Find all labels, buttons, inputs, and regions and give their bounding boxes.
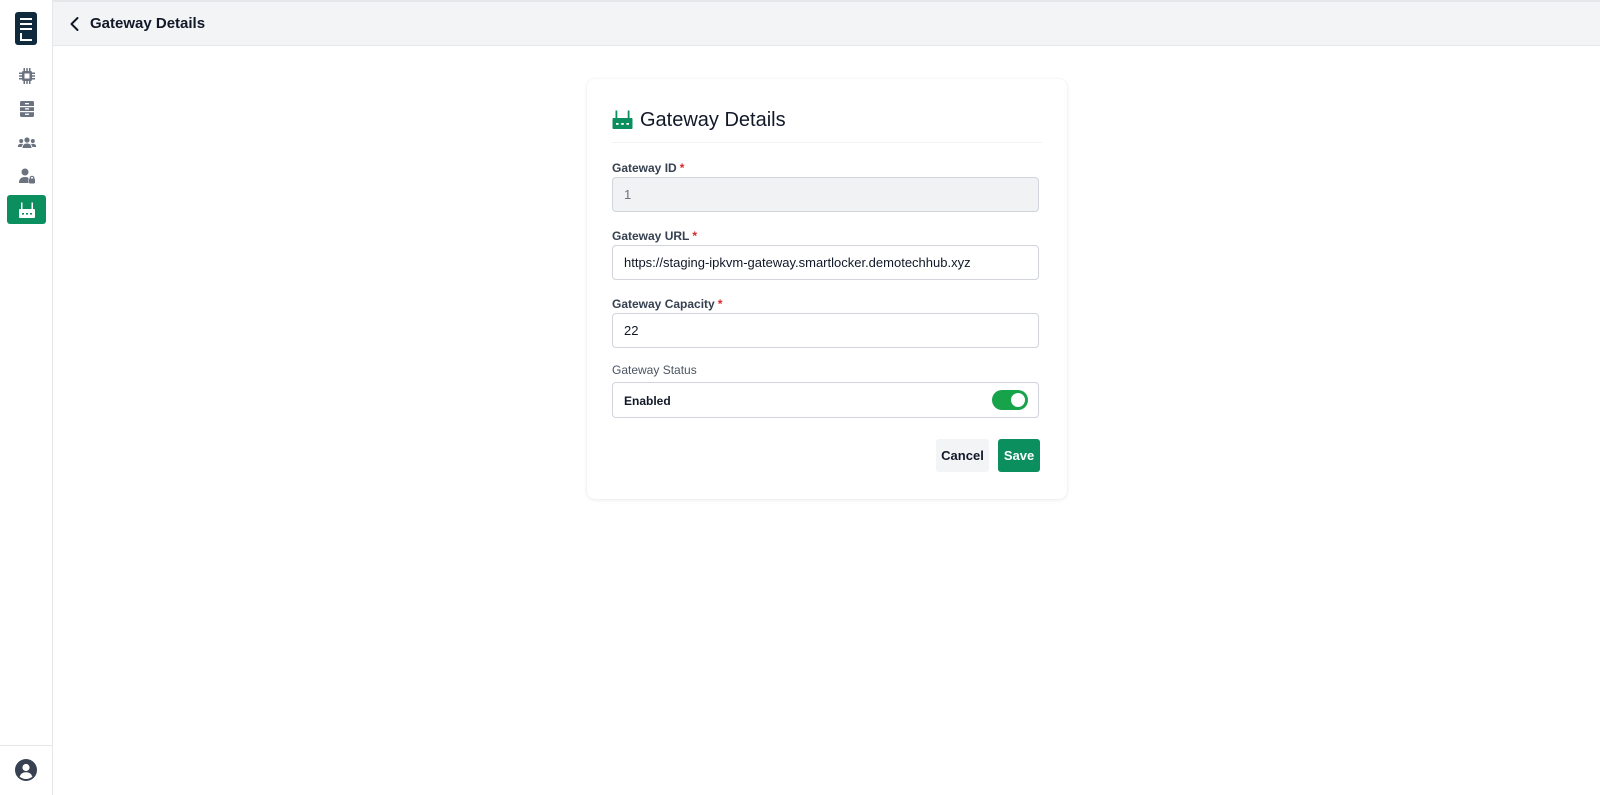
chevron-left-icon [70, 17, 79, 31]
top-bar: Gateway Details [53, 0, 1600, 46]
router-icon [18, 202, 35, 218]
gateway-details-card: Gateway Details Gateway ID* Gateway URL*… [587, 79, 1067, 499]
user-circle-icon [15, 759, 37, 781]
sidebar-item-lockers[interactable] [7, 94, 46, 123]
toggle-knob [1011, 393, 1025, 407]
gateway-id-label: Gateway ID * [612, 161, 684, 175]
sidebar-item-users[interactable] [7, 128, 46, 157]
sidebar-item-admins[interactable] [7, 161, 46, 190]
gateway-url-label: Gateway URL * [612, 229, 697, 243]
sidebar-item-devices[interactable] [7, 61, 46, 90]
card-title: Gateway Details [640, 109, 786, 131]
card-header: Gateway Details [612, 103, 1042, 143]
required-mark: * [717, 297, 723, 311]
router-icon [612, 110, 633, 129]
sidebar-item-gateways[interactable] [7, 195, 46, 224]
server-icon [19, 100, 34, 117]
save-button[interactable]: Save [998, 439, 1040, 472]
profile-button[interactable] [15, 759, 37, 781]
users-icon [17, 136, 36, 148]
sidebar [0, 0, 53, 795]
sidebar-footer [0, 745, 53, 795]
gateway-capacity-input[interactable] [612, 313, 1039, 348]
user-lock-icon [18, 168, 35, 183]
gateway-status-value: Enabled [624, 394, 671, 408]
required-mark: * [692, 229, 698, 243]
gateway-url-input[interactable] [612, 245, 1039, 280]
page-title: Gateway Details [90, 15, 206, 32]
gateway-url-label-text: Gateway URL [612, 229, 690, 243]
app-logo[interactable] [15, 12, 37, 45]
gateway-capacity-label: Gateway Capacity * [612, 297, 722, 311]
gateway-status-label: Gateway Status [612, 363, 697, 377]
back-button[interactable] [67, 15, 83, 33]
gateway-status-toggle[interactable] [992, 390, 1028, 410]
gateway-capacity-label-text: Gateway Capacity [612, 297, 715, 311]
cpu-icon [18, 67, 35, 84]
gateway-id-input [612, 177, 1039, 212]
gateway-id-label-text: Gateway ID [612, 161, 677, 175]
gateway-status-field: Enabled [612, 382, 1039, 418]
required-mark: * [679, 161, 685, 175]
cancel-button[interactable]: Cancel [936, 439, 989, 472]
